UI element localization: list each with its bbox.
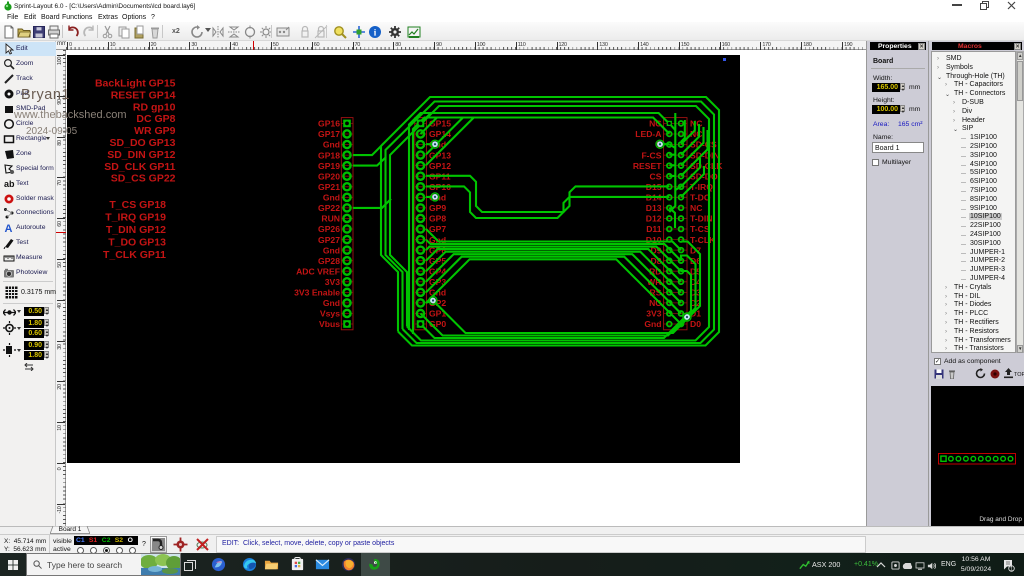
svg-text:NC: NC: [690, 203, 702, 213]
svg-text:T_IRQ GP19: T_IRQ GP19: [105, 212, 166, 224]
svg-text:D12: D12: [646, 214, 662, 224]
svg-text:GP26: GP26: [318, 224, 340, 234]
svg-text:GP28: GP28: [318, 256, 340, 266]
svg-text:BackLight GP15: BackLight GP15: [95, 78, 176, 90]
svg-text:SD_CLK GP11: SD_CLK GP11: [104, 161, 175, 173]
svg-text:D11: D11: [646, 224, 662, 234]
svg-text:T_DO GP13: T_DO GP13: [108, 237, 166, 249]
svg-text:GP7: GP7: [429, 224, 446, 234]
svg-text:T_CS GP18: T_CS GP18: [109, 199, 166, 211]
svg-text:Gnd: Gnd: [644, 319, 661, 329]
svg-text:3V3: 3V3: [646, 309, 662, 319]
svg-text:RD gp10: RD gp10: [133, 101, 176, 113]
svg-text:1: 1: [1010, 566, 1013, 572]
svg-text:GP17: GP17: [318, 129, 340, 139]
svg-text:ab: ab: [4, 179, 15, 189]
svg-text:Vsys: Vsys: [320, 309, 340, 319]
svg-text:RESET: RESET: [633, 161, 662, 171]
svg-text:GP8: GP8: [429, 214, 446, 224]
svg-text:SD_CS GP22: SD_CS GP22: [111, 173, 176, 185]
svg-text:Gnd: Gnd: [323, 193, 340, 203]
svg-text:GP16: GP16: [318, 119, 340, 129]
svg-text:D13: D13: [646, 203, 662, 213]
svg-text:T_CLK GP11: T_CLK GP11: [103, 249, 166, 261]
svg-text:LED-A: LED-A: [635, 129, 661, 139]
svg-text:GP14: GP14: [429, 129, 451, 139]
svg-text:F-CS: F-CS: [641, 150, 661, 160]
svg-text:RESET GP14: RESET GP14: [111, 89, 176, 101]
svg-text:Vbus: Vbus: [319, 319, 340, 329]
svg-text:NC: NC: [690, 119, 702, 129]
svg-text:T-CS: T-CS: [690, 224, 710, 234]
svg-text:GP18: GP18: [318, 150, 340, 160]
svg-text:GP9: GP9: [429, 203, 446, 213]
svg-text:GP19: GP19: [318, 161, 340, 171]
svg-text:Gnd: Gnd: [323, 245, 340, 255]
svg-text:Gnd: Gnd: [323, 298, 340, 308]
svg-text:DC GP8: DC GP8: [136, 113, 175, 125]
svg-text:SD_DIN GP12: SD_DIN GP12: [107, 149, 175, 161]
svg-text:D0: D0: [690, 319, 701, 329]
svg-text:T-CLK: T-CLK: [690, 235, 716, 245]
svg-text:CS: CS: [650, 171, 662, 181]
svg-text:GP21: GP21: [318, 182, 340, 192]
svg-text:SD_DO GP13: SD_DO GP13: [110, 137, 176, 149]
svg-text:A: A: [5, 223, 13, 234]
svg-text:RUN: RUN: [321, 214, 340, 224]
svg-text:T-DO: T-DO: [690, 193, 711, 203]
svg-text:GP27: GP27: [318, 235, 340, 245]
svg-text:WR GP9: WR GP9: [134, 125, 176, 137]
svg-text:T_DIN GP12: T_DIN GP12: [106, 224, 166, 236]
svg-text:GP12: GP12: [429, 161, 451, 171]
svg-text:3V3: 3V3: [325, 277, 341, 287]
svg-text:Gnd: Gnd: [323, 140, 340, 150]
svg-text:GP20: GP20: [318, 171, 340, 181]
svg-text:ADC VREF: ADC VREF: [296, 266, 340, 276]
svg-text:3V3 Enable: 3V3 Enable: [294, 288, 340, 298]
svg-text:GP22: GP22: [318, 203, 340, 213]
